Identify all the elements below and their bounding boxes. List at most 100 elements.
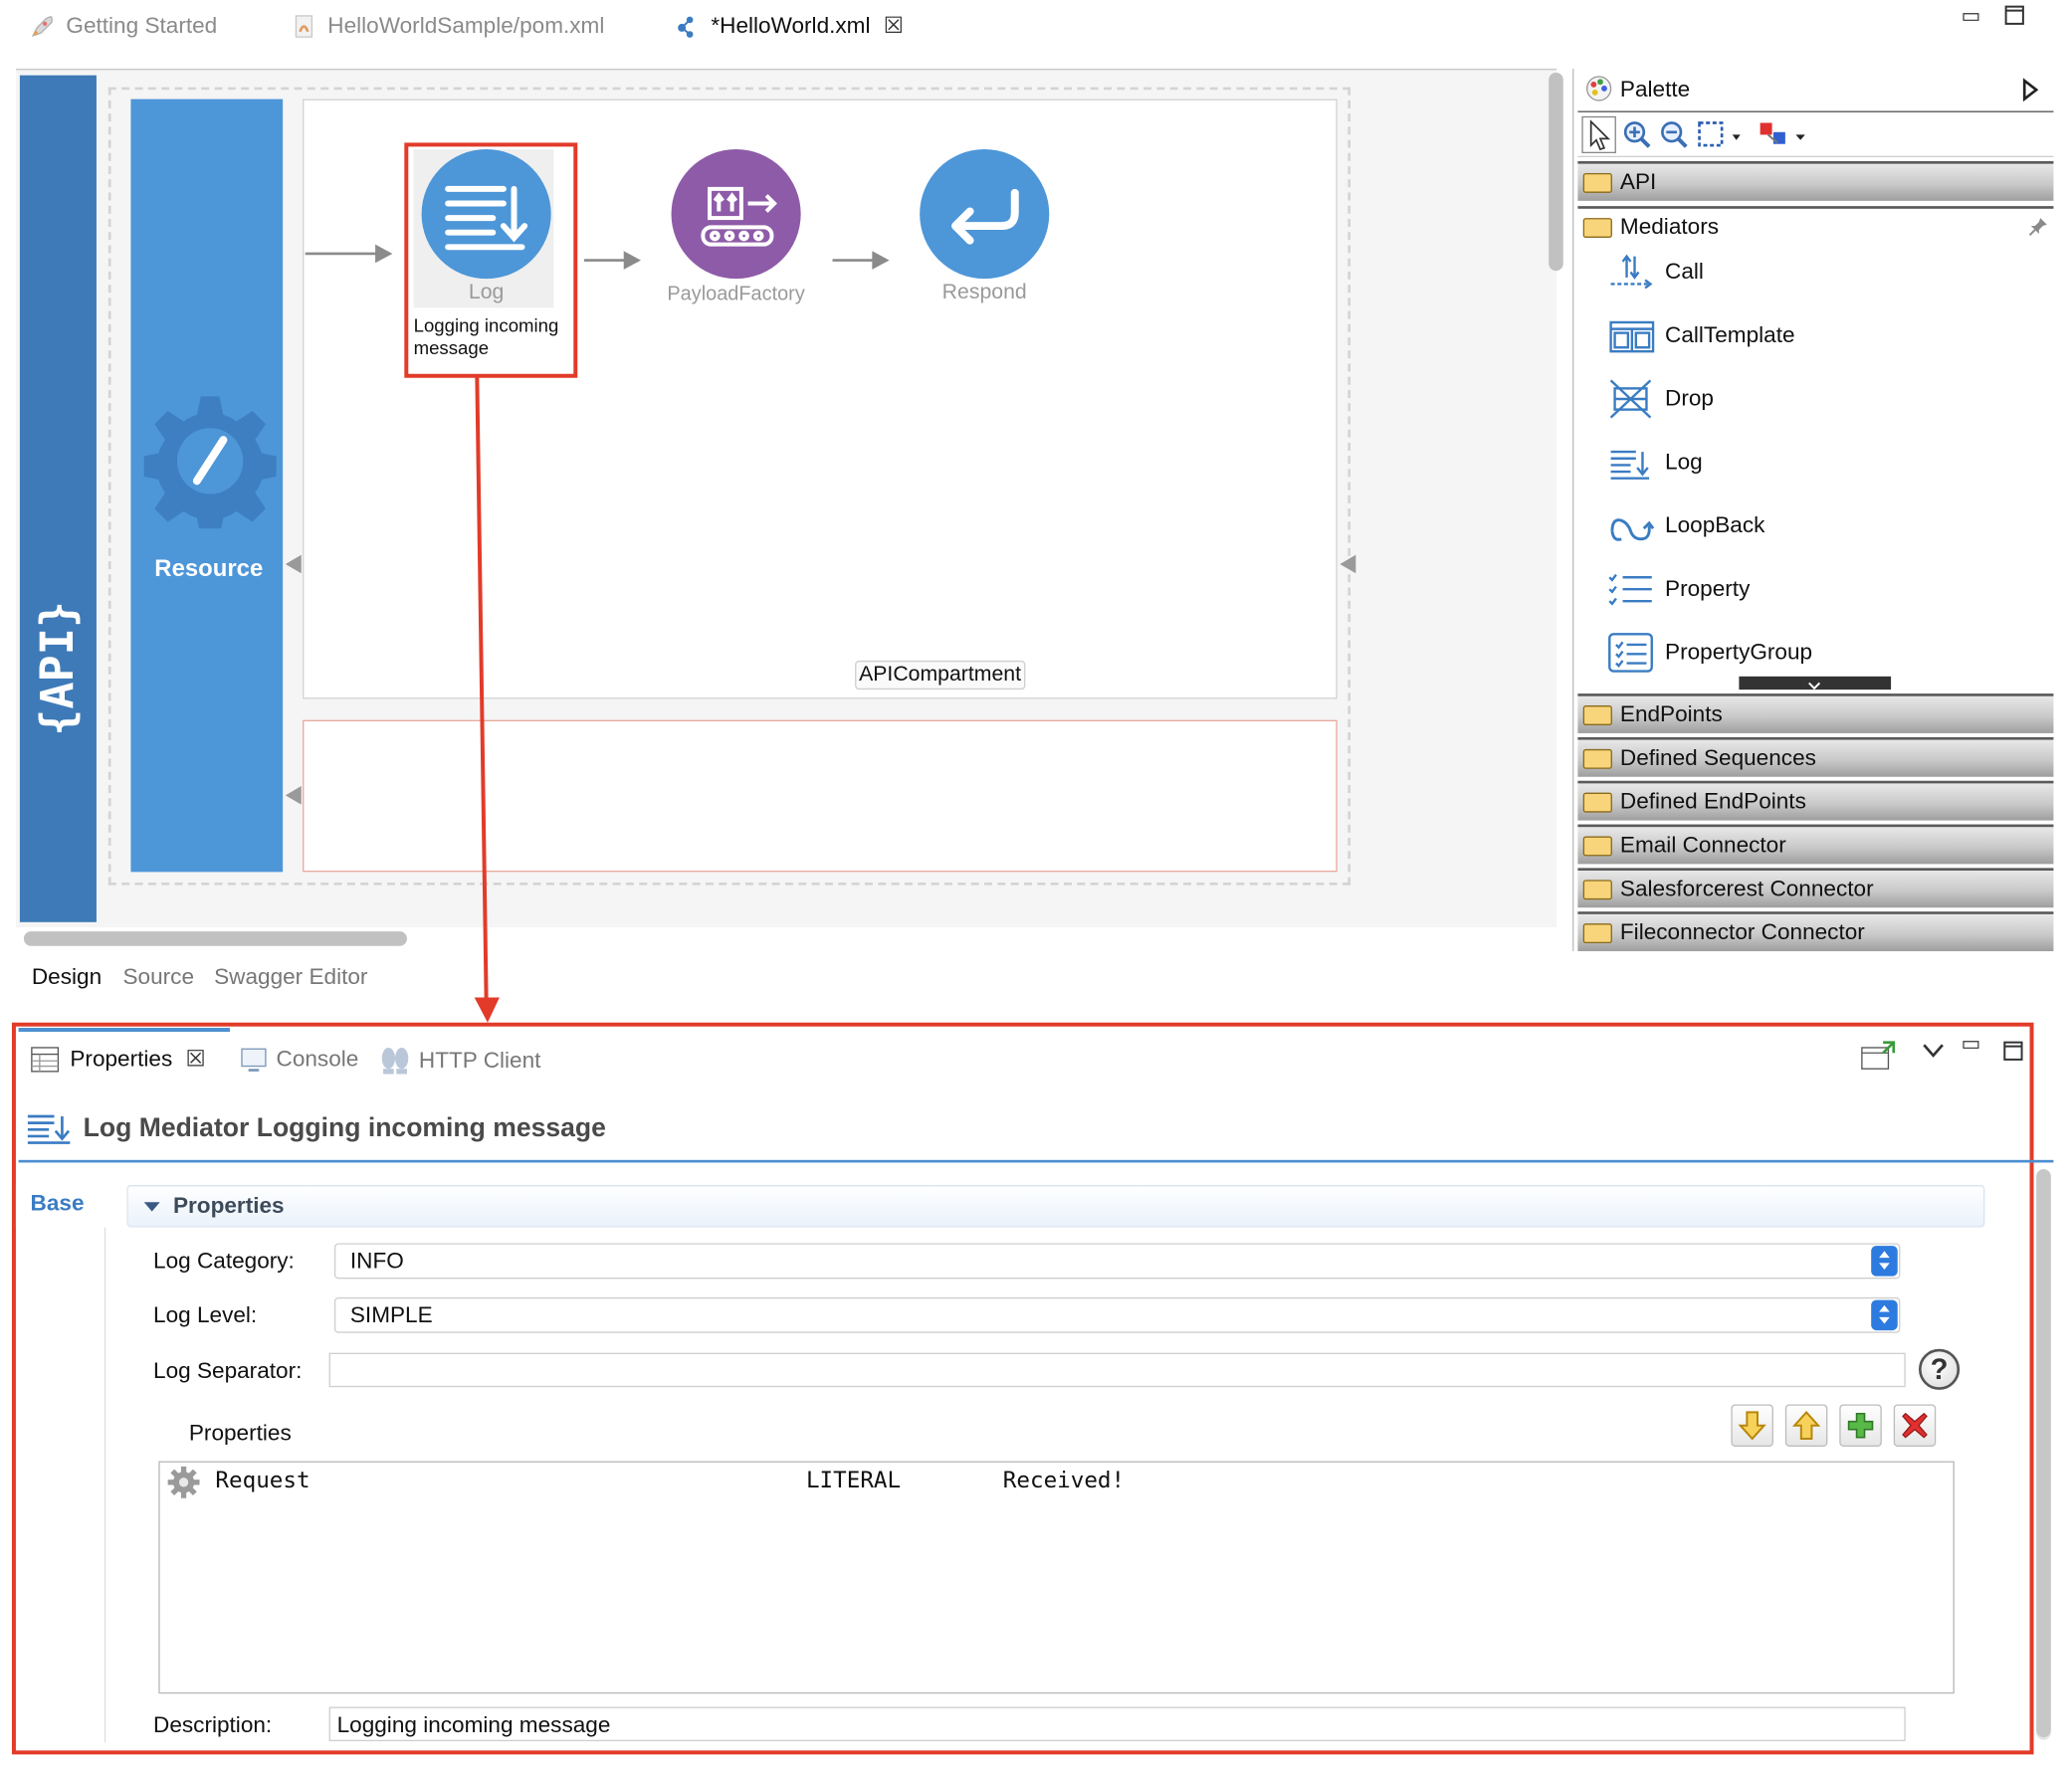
folder-icon bbox=[1582, 172, 1612, 193]
palette-drawer-salesforcerest-connector[interactable]: Salesforcerest Connector bbox=[1577, 868, 2054, 908]
log-category-value: INFO bbox=[349, 1248, 404, 1275]
tab-design[interactable]: Design bbox=[32, 964, 102, 991]
maximize-icon[interactable] bbox=[2004, 5, 2024, 32]
respond-mediator[interactable] bbox=[920, 149, 1050, 280]
close-icon[interactable]: ☒ bbox=[186, 1047, 206, 1074]
drawer-label: Fileconnector Connector bbox=[1619, 919, 1865, 945]
palette-item-propertygroup[interactable]: PropertyGroup bbox=[1607, 629, 1812, 677]
log-level-select[interactable]: SIMPLE bbox=[333, 1296, 1901, 1333]
item-label: Call bbox=[1665, 259, 1704, 285]
palette-item-calltemplate[interactable]: CallTemplate bbox=[1607, 311, 1795, 359]
api-strip[interactable] bbox=[19, 75, 97, 922]
log-separator-input[interactable] bbox=[328, 1352, 1906, 1388]
minimize-icon[interactable]: ▭ bbox=[1961, 3, 1980, 30]
select-tool[interactable] bbox=[1581, 115, 1616, 154]
palette-drawer-email-connector[interactable]: Email Connector bbox=[1577, 824, 2054, 865]
log-level-value: SIMPLE bbox=[349, 1302, 433, 1328]
properties-scrollbar[interactable] bbox=[2036, 1169, 2051, 1738]
lane-arrow-icon bbox=[285, 786, 302, 805]
view-menu-icon[interactable] bbox=[1922, 1041, 1946, 1060]
zoom-out-icon[interactable] bbox=[1660, 120, 1689, 149]
log-category-select[interactable]: INFO bbox=[333, 1243, 1901, 1280]
calltemplate-icon bbox=[1609, 320, 1655, 353]
tab-source[interactable]: Source bbox=[122, 964, 194, 991]
tab-label: HelloWorldSample/pom.xml bbox=[327, 13, 605, 39]
palette-icon bbox=[1586, 76, 1612, 101]
item-label: Property bbox=[1665, 575, 1751, 602]
tab-helloworld-xml[interactable]: *HelloWorld.xml ☒ bbox=[674, 11, 904, 43]
palette-item-loopback[interactable]: LoopBack bbox=[1607, 502, 1764, 550]
connector bbox=[832, 259, 876, 262]
minimize-icon[interactable]: ▭ bbox=[1961, 1031, 1980, 1058]
new-window-icon[interactable] bbox=[1859, 1040, 1896, 1072]
tab-properties[interactable]: Properties ☒ bbox=[31, 1047, 206, 1074]
log-level-label: Log Level: bbox=[153, 1302, 258, 1328]
move-up-button[interactable] bbox=[1784, 1404, 1828, 1447]
folder-icon bbox=[1582, 704, 1612, 725]
resource-label: Resource bbox=[154, 554, 264, 582]
canvas-vertical-scrollbar[interactable] bbox=[1549, 73, 1563, 272]
connector bbox=[583, 259, 627, 262]
tab-swagger-editor[interactable]: Swagger Editor bbox=[214, 964, 367, 991]
palette-item-call[interactable]: Call bbox=[1607, 249, 1704, 296]
tab-http-client[interactable]: HTTP Client bbox=[379, 1047, 540, 1076]
folder-icon bbox=[1582, 217, 1612, 238]
log-icon bbox=[1610, 450, 1650, 480]
palette-item-property[interactable]: Property bbox=[1607, 565, 1751, 613]
palette-drawer-defined-sequences[interactable]: Defined Sequences bbox=[1577, 736, 2054, 777]
connection-tool-icon[interactable] bbox=[1758, 119, 1810, 151]
palette-drawer-mediators[interactable]: Mediators bbox=[1577, 206, 2054, 246]
palette-item-log[interactable]: Log bbox=[1607, 439, 1703, 487]
tab-console[interactable]: Console bbox=[241, 1047, 358, 1074]
tab-label: Properties bbox=[70, 1046, 173, 1072]
remove-property-button[interactable] bbox=[1893, 1404, 1937, 1447]
palette-drawer-endpoints[interactable]: EndPoints bbox=[1577, 693, 2054, 733]
palette-scroll-down[interactable] bbox=[1739, 676, 1892, 691]
maximize-icon[interactable] bbox=[2003, 1041, 2023, 1068]
pin-icon[interactable] bbox=[2028, 215, 2049, 237]
drawer-label: API bbox=[1619, 168, 1657, 195]
palette-drawer-api[interactable]: API bbox=[1577, 160, 2054, 201]
payloadfactory-mediator[interactable] bbox=[671, 149, 801, 280]
property-type-cell[interactable]: LITERAL bbox=[806, 1468, 901, 1494]
tab-getting-started[interactable]: Getting Started bbox=[29, 11, 217, 43]
tab-pom-xml[interactable]: HelloWorldSample/pom.xml bbox=[291, 11, 604, 43]
zoom-in-icon[interactable] bbox=[1623, 120, 1652, 149]
log-separator-label: Log Separator: bbox=[153, 1357, 303, 1384]
help-icon[interactable]: ? bbox=[1918, 1348, 1961, 1390]
properties-title: Log Mediator Logging incoming message bbox=[83, 1113, 606, 1143]
property-name-cell[interactable]: Request bbox=[215, 1468, 310, 1494]
tab-label: *HelloWorld.xml bbox=[711, 13, 871, 39]
select-stepper-icon bbox=[1871, 1299, 1898, 1331]
property-value-cell[interactable]: Received! bbox=[1003, 1468, 1125, 1494]
close-icon[interactable]: ☒ bbox=[884, 13, 904, 40]
collapse-palette-icon[interactable] bbox=[2020, 78, 2039, 102]
fault-sequence-lane[interactable] bbox=[303, 719, 1338, 873]
palette-drawer-defined-endpoints[interactable]: Defined EndPoints bbox=[1577, 780, 2054, 821]
pointer-arrow bbox=[474, 376, 500, 1023]
palette-title: Palette bbox=[1619, 77, 1691, 102]
folder-icon bbox=[1582, 879, 1612, 899]
payloadfactory-mediator-name: PayloadFactory bbox=[667, 283, 805, 305]
drawer-label: Mediators bbox=[1619, 214, 1720, 240]
description-input[interactable]: Logging incoming message bbox=[328, 1706, 1906, 1742]
marquee-tool-icon[interactable] bbox=[1697, 120, 1742, 149]
palette-item-drop[interactable]: Drop bbox=[1607, 375, 1714, 423]
lane-arrow-icon bbox=[285, 554, 302, 574]
drawer-label: Salesforcerest Connector bbox=[1619, 876, 1874, 901]
item-label: CallTemplate bbox=[1665, 321, 1795, 348]
palette-drawer-fileconnector-connector[interactable]: Fileconnector Connector bbox=[1577, 911, 2054, 952]
arrow-up-icon bbox=[1791, 1410, 1821, 1440]
canvas-horizontal-scrollbar[interactable] bbox=[23, 931, 407, 946]
log-mediator-icon bbox=[27, 1114, 71, 1144]
folder-icon bbox=[1582, 835, 1612, 856]
integration-studio-window: Getting Started HelloWorldSample/pom.xml… bbox=[0, 0, 2072, 1777]
properties-table[interactable] bbox=[158, 1461, 1955, 1694]
move-down-button[interactable] bbox=[1731, 1404, 1773, 1447]
call-icon bbox=[1610, 254, 1653, 290]
tab-base[interactable]: Base bbox=[15, 1185, 108, 1228]
properties-section-header[interactable]: Properties bbox=[126, 1185, 1985, 1228]
tab-label: Getting Started bbox=[66, 13, 218, 39]
add-property-button[interactable] bbox=[1839, 1404, 1882, 1447]
section-title: Properties bbox=[172, 1193, 285, 1219]
